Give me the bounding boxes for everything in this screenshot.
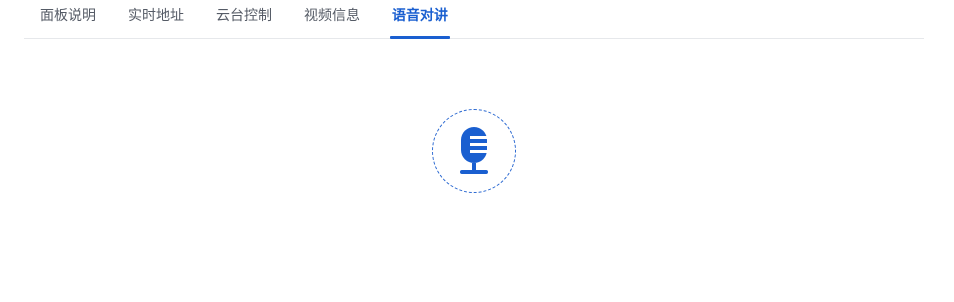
microphone-icon xyxy=(460,127,488,174)
panel: 面板说明 实时地址 云台控制 视频信息 语音对讲 xyxy=(0,0,954,302)
tab-bar: 面板说明 实时地址 云台控制 视频信息 语音对讲 xyxy=(24,0,924,39)
tab-panel-description[interactable]: 面板说明 xyxy=(40,0,96,38)
tab-voice-intercom[interactable]: 语音对讲 xyxy=(390,0,450,39)
tab-ptz-control[interactable]: 云台控制 xyxy=(216,0,272,38)
tab-realtime-address[interactable]: 实时地址 xyxy=(128,0,184,38)
tab-video-info[interactable]: 视频信息 xyxy=(304,0,360,38)
voice-talk-button[interactable] xyxy=(432,109,516,193)
